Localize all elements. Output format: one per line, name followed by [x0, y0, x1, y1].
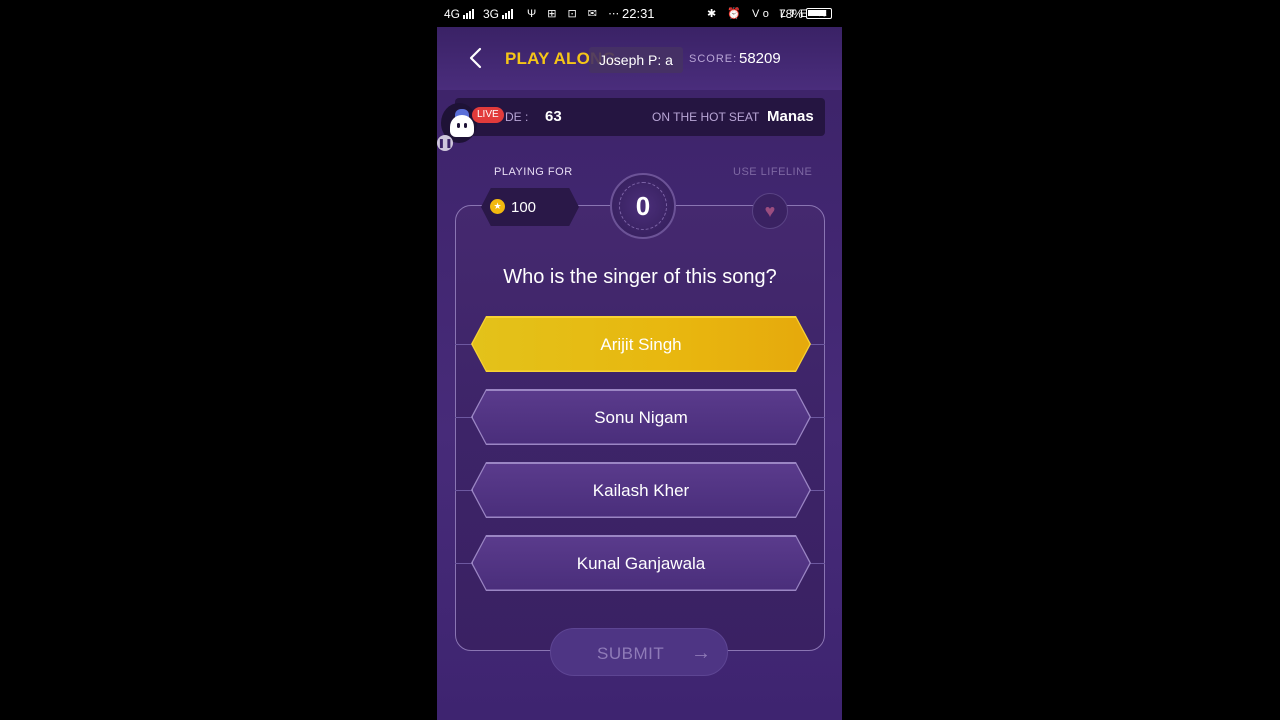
ghost-icon [450, 115, 474, 137]
signal-3g: 3G [483, 7, 514, 22]
battery-percent: 78% [779, 7, 804, 21]
battery-icon [806, 8, 833, 19]
option-4-label: Kunal Ganjawala [472, 536, 810, 590]
signal-4g-label: 4G [444, 7, 461, 21]
episode-info-bar: DE : 63 ON THE HOT SEAT Manas [455, 98, 825, 136]
signal-bars-icon [463, 8, 475, 22]
notification-icons: Ψ ⊞ ⊡ ✉ ⋯ [527, 8, 624, 20]
option-1[interactable]: Arijit Singh [471, 316, 811, 372]
option-3-label: Kailash Kher [472, 463, 810, 517]
arrow-right-icon: → [691, 642, 712, 664]
option-1-label: Arijit Singh [472, 317, 810, 371]
status-bar: 4G 3G Ψ ⊞ ⊡ ✉ ⋯ 22:31 ✱ ⏰ Vo LTE ≋ 78% [437, 0, 842, 27]
top-header: PLAY ALONG SCORE: 58209 Joseph P: a [437, 27, 842, 90]
option-3[interactable]: Kailash Kher [471, 462, 811, 518]
submit-label: SUBMIT [597, 644, 665, 663]
battery-status: 78% [779, 7, 833, 21]
option-2[interactable]: Sonu Nigam [471, 389, 811, 445]
episode-label: DE : [505, 110, 529, 124]
score-label: SCORE: [689, 53, 738, 65]
playing-for-label: PLAYING FOR [494, 166, 573, 178]
chat-toast: Joseph P: a [589, 47, 683, 73]
question-text: Who is the singer of this song? [503, 266, 777, 288]
signal-4g: 4G [444, 7, 475, 22]
pause-icon[interactable]: ❚❚ [437, 135, 453, 151]
live-badge: LIVE [472, 107, 504, 123]
hotseat-value: Manas [767, 108, 814, 125]
countdown-timer: 0 [610, 173, 676, 239]
use-lifeline-label: USE LIFELINE [733, 166, 813, 178]
hotseat-label: ON THE HOT SEAT [652, 110, 760, 124]
coin-icon: ★ [490, 199, 505, 214]
signal-3g-label: 3G [483, 7, 500, 21]
signal-bars-icon [502, 8, 514, 22]
timer-value: 0 [635, 191, 651, 221]
phone-screen: 4G 3G Ψ ⊞ ⊡ ✉ ⋯ 22:31 ✱ ⏰ Vo LTE ≋ 78% P… [437, 0, 842, 720]
coins-value: 100 [511, 199, 537, 216]
option-2-label: Sonu Nigam [472, 390, 810, 444]
option-4[interactable]: Kunal Ganjawala [471, 535, 811, 591]
coins-badge: ★ 100 [481, 188, 579, 226]
heart-lifeline-icon[interactable]: ♥ [752, 193, 788, 229]
back-arrow-icon[interactable] [467, 47, 485, 69]
submit-button[interactable]: SUBMIT → [550, 628, 728, 676]
status-time: 22:31 [622, 6, 655, 21]
score-value: 58209 [739, 50, 781, 67]
episode-value: 63 [545, 108, 562, 125]
